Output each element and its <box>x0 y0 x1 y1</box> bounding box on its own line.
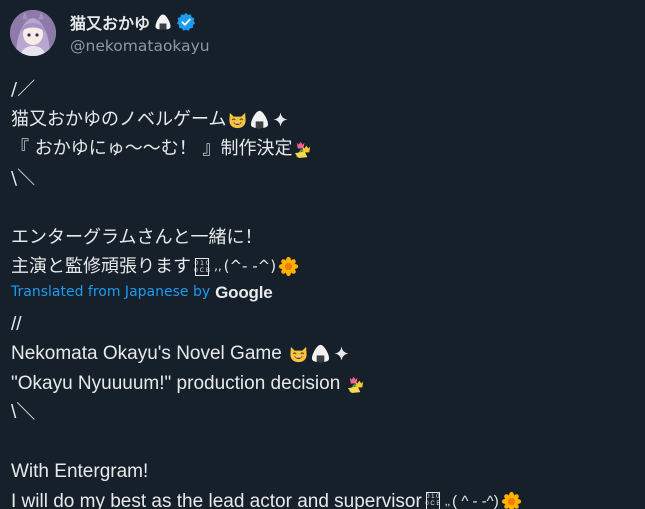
tweet-line-text: エンターグラムさんと一緒に！ <box>11 226 263 248</box>
tweet-line-text: I will do my best as the lead actor and … <box>11 490 422 509</box>
blossom-icon <box>501 491 522 509</box>
smiling-cat-icon <box>227 109 248 130</box>
handle[interactable]: @nekomataokayu <box>70 37 210 55</box>
missing-glyph-icon: 0 1 0 0 C B <box>425 492 441 509</box>
glyph-code-top: 0 1 0 <box>426 494 440 501</box>
tweet-line-text: 『 おかゆにゅ～～む！ 』制作決定 <box>11 138 293 159</box>
translated-text: // Nekomata Okayu's Novel Game "Okayu Ny… <box>11 310 637 509</box>
verified-badge-icon[interactable] <box>176 12 196 32</box>
tweet-line-text: ‚‚ <box>444 493 451 508</box>
translation-attribution[interactable]: Translated from Japanese by Google <box>11 280 637 306</box>
tweet-line-text: Nekomata Okayu's Novel Game <box>11 343 282 364</box>
glyph-code-top: 0 1 0 <box>194 259 210 267</box>
tweet-line: I will do my best as the lead actor and … <box>11 487 637 509</box>
tweet-line: 『 おかゆにゅ～～む！ 』制作決定 <box>11 134 637 164</box>
tulip-bouquet-icon <box>293 138 314 159</box>
tulip-bouquet-icon <box>346 373 367 394</box>
tweet-header: 猫又おかゆ @nekomataokayu <box>10 8 635 60</box>
missing-glyph-icon: 0 1 0 0 C B <box>194 257 210 276</box>
tweet-line: "Okayu Nyuuuum!" production decision <box>11 369 637 399</box>
tweet-line: 猫又おかゆのノベルゲーム <box>11 105 637 135</box>
onigiri-icon <box>249 109 270 130</box>
tweet-line-text: 猫又おかゆのノベルゲーム <box>11 108 227 130</box>
onigiri-icon <box>310 343 331 364</box>
tweet-line: エンターグラムさんと一緒に！ <box>11 223 637 253</box>
sparkle-icon <box>332 343 353 364</box>
kaomoji-text: ( ^ - -^) <box>452 492 499 509</box>
tweet-line: /／ <box>11 75 637 105</box>
sparkle-icon <box>271 109 292 130</box>
onigiri-icon <box>154 13 172 31</box>
translated-label[interactable]: Translated from Japanese by <box>11 278 210 308</box>
google-logo: Google <box>215 282 273 302</box>
avatar[interactable] <box>10 10 56 56</box>
tweet-line: \＼ <box>11 164 637 194</box>
display-name[interactable]: 猫又おかゆ <box>70 10 150 34</box>
tweet-line: // <box>11 310 637 340</box>
tweet-line-text: // <box>11 313 22 335</box>
tweet-line-text: /／ <box>11 79 36 100</box>
smiling-cat-icon <box>288 343 309 364</box>
tweet-body: /／ 猫又おかゆのノベルゲーム 『 おかゆにゅ～～む！ 』制作決定 \＼ エンタ… <box>11 75 637 509</box>
tweet-line: With Entergram! <box>11 457 637 487</box>
blossom-icon <box>278 256 299 277</box>
glyph-code-bottom: 0 C B <box>194 266 210 274</box>
tweet-line-text: "Okayu Nyuuuum!" production decision <box>11 372 341 394</box>
tweet-line-text: \＼ <box>11 167 36 189</box>
tweet-line: Nekomata Okayu's Novel Game <box>11 339 637 369</box>
tweet-line: \＼ <box>11 398 637 428</box>
glyph-code-bottom: 0 C B <box>425 501 441 508</box>
name-row: 猫又おかゆ <box>70 11 196 33</box>
tweet-line-text: With Entergram! <box>11 461 149 482</box>
original-text: /／ 猫又おかゆのノベルゲーム 『 おかゆにゅ～～む！ 』制作決定 \＼ エンタ… <box>11 75 637 282</box>
tweet-line-text: \＼ <box>11 402 36 423</box>
